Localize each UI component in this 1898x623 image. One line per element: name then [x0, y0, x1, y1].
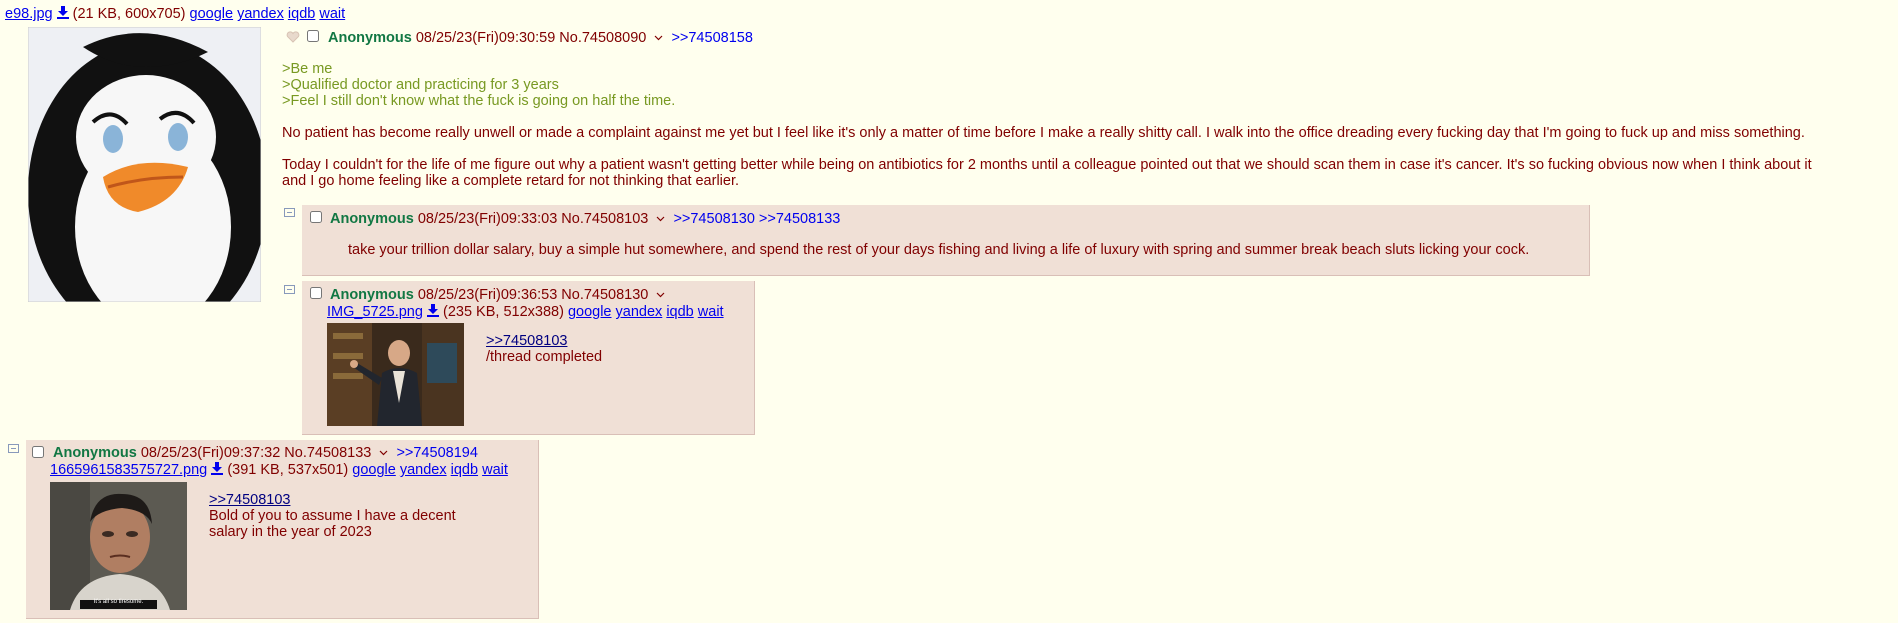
iqdb-search-link[interactable]: iqdb [451, 462, 478, 478]
reply-file-link[interactable]: 1665961583575727.png [50, 462, 207, 478]
reply-header: Anonymous 08/25/23(Fri)09:37:32 No.74508… [53, 445, 478, 461]
man-pointing-image [327, 323, 464, 426]
reply-header: Anonymous 08/25/23(Fri)09:33:03 No.74508… [330, 211, 840, 227]
google-search-link[interactable]: google [352, 462, 396, 478]
yandex-search-link[interactable]: yandex [616, 304, 663, 320]
reply-select-checkbox[interactable] [32, 446, 44, 458]
reply-poster-name: Anonymous [53, 445, 137, 461]
penguin-image [27, 26, 268, 342]
reply-text: /thread completed [486, 349, 603, 365]
backlink[interactable]: >>74508130 [673, 211, 754, 227]
reply-file-info: 1665961583575727.png (391 KB, 537x501) g… [50, 462, 508, 478]
op-select-checkbox[interactable] [307, 30, 319, 42]
greentext-line: >Qualified doctor and practicing for 3 y… [282, 77, 559, 93]
op-image[interactable] [27, 26, 268, 342]
greentext-line: >Feel I still don't know what the fuck i… [282, 93, 676, 109]
yandex-search-link[interactable]: yandex [400, 462, 447, 478]
reply-header: Anonymous 08/25/23(Fri)09:36:53 No.74508… [330, 287, 669, 303]
collapse-icon[interactable] [284, 208, 295, 217]
reply-post-number[interactable]: No.74508133 [284, 445, 371, 461]
quote-link[interactable]: >>74508103 [486, 333, 567, 349]
heart-icon[interactable] [286, 31, 300, 43]
wait-search-link[interactable]: wait [698, 304, 724, 320]
greentext-line: >Be me [282, 61, 333, 77]
reply-file-meta: (391 KB, 537x501) [227, 462, 349, 478]
download-icon[interactable] [211, 462, 224, 475]
backlink[interactable]: >>74508158 [671, 30, 752, 46]
reply-select-checkbox[interactable] [310, 287, 322, 299]
wait-search-link[interactable]: wait [482, 462, 508, 478]
reply-post: Anonymous 08/25/23(Fri)09:37:32 No.74508… [26, 440, 539, 619]
reply-post-number[interactable]: No.74508130 [561, 287, 648, 303]
download-icon[interactable] [426, 304, 439, 317]
reply-text: take your trillion dollar salary, buy a … [348, 242, 1530, 258]
op-paragraph: and I go home feeling like a complete re… [282, 173, 740, 189]
collapse-icon[interactable] [284, 285, 295, 294]
google-search-link[interactable]: google [568, 304, 612, 320]
chevron-down-icon[interactable] [655, 289, 666, 300]
collapse-icon[interactable] [8, 444, 19, 453]
quote-link[interactable]: >>74508103 [209, 492, 290, 508]
reply-datetime: 08/25/23(Fri)09:33:03 [417, 211, 558, 227]
chevron-down-icon[interactable] [378, 447, 389, 458]
reply-datetime: 08/25/23(Fri)09:36:53 [417, 287, 558, 303]
reply-file-link[interactable]: IMG_5725.png [327, 304, 423, 320]
google-search-link[interactable]: google [190, 6, 234, 22]
op-file-link[interactable]: e98.jpg [5, 6, 53, 22]
op-paragraph: No patient has become really unwell or m… [282, 125, 1805, 141]
reply-post: Anonymous 08/25/23(Fri)09:36:53 No.74508… [302, 281, 755, 435]
chevron-down-icon[interactable] [653, 32, 664, 43]
reply-file-info: IMG_5725.png (235 KB, 512x388) google ya… [327, 304, 724, 320]
reply-text: Bold of you to assume I have a decent [209, 508, 456, 524]
reply-post: Anonymous 08/25/23(Fri)09:33:03 No.74508… [302, 205, 1590, 276]
download-icon[interactable] [56, 6, 69, 19]
iqdb-search-link[interactable]: iqdb [288, 6, 315, 22]
reply-poster-name: Anonymous [330, 211, 414, 227]
yandex-search-link[interactable]: yandex [237, 6, 284, 22]
reply-thumbnail[interactable]: It's all so tiresome. [50, 482, 187, 610]
op-post-number[interactable]: No.74508090 [559, 30, 646, 46]
op-datetime: 08/25/23(Fri)09:30:59 [415, 30, 556, 46]
op-poster-name: Anonymous [328, 30, 412, 46]
iqdb-search-link[interactable]: iqdb [666, 304, 693, 320]
chevron-down-icon[interactable] [655, 213, 666, 224]
reply-post-number[interactable]: No.74508103 [561, 211, 648, 227]
op-header: Anonymous 08/25/23(Fri)09:30:59 No.74508… [328, 30, 753, 46]
thumbnail-caption: It's all so tiresome. [93, 599, 144, 605]
reply-select-checkbox[interactable] [310, 211, 322, 223]
reply-poster-name: Anonymous [330, 287, 414, 303]
wait-search-link[interactable]: wait [319, 6, 345, 22]
backlink[interactable]: >>74508133 [759, 211, 840, 227]
op-paragraph: Today I couldn't for the life of me figu… [282, 157, 1812, 173]
op-file-meta: (21 KB, 600x705) [72, 6, 186, 22]
reply-file-meta: (235 KB, 512x388) [443, 304, 564, 320]
reply-datetime: 08/25/23(Fri)09:37:32 [140, 445, 281, 461]
op-file-info: e98.jpg (21 KB, 600x705) google yandex i… [5, 6, 345, 22]
reply-text: salary in the year of 2023 [209, 524, 372, 540]
backlink[interactable]: >>74508194 [396, 445, 477, 461]
tired-man-image [50, 482, 187, 610]
reply-thumbnail[interactable] [327, 323, 464, 426]
